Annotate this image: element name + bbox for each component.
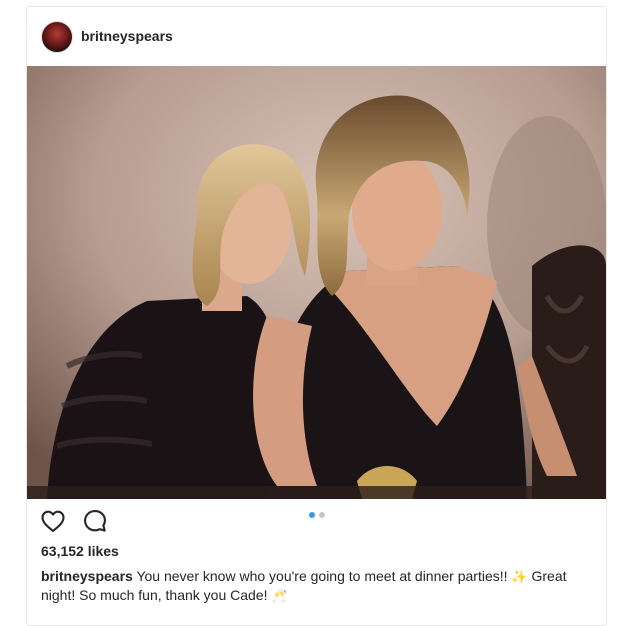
heart-icon[interactable] xyxy=(39,507,67,535)
avatar[interactable] xyxy=(41,21,73,53)
caption-username[interactable]: britneyspears xyxy=(41,568,133,584)
carousel-indicator xyxy=(309,512,325,518)
carousel-dot-active[interactable] xyxy=(309,512,315,518)
champagne-emoji: 🥂 xyxy=(271,588,288,603)
photo-illustration xyxy=(27,66,606,499)
caption-text-part1: You never know who you're going to meet … xyxy=(136,568,512,584)
comment-icon[interactable] xyxy=(81,507,109,535)
post-card: britneyspears 63,152 likes britneyspears… xyxy=(26,6,607,626)
caption: britneyspears You never know who you're … xyxy=(41,567,601,605)
carousel-dot[interactable] xyxy=(319,512,325,518)
post-username[interactable]: britneyspears xyxy=(81,28,173,44)
post-actions xyxy=(39,507,109,535)
post-header: britneyspears xyxy=(27,7,606,65)
post-photo[interactable] xyxy=(27,66,606,499)
sparkles-emoji: ✨ xyxy=(511,569,528,584)
likes-count[interactable]: 63,152 likes xyxy=(41,543,119,559)
